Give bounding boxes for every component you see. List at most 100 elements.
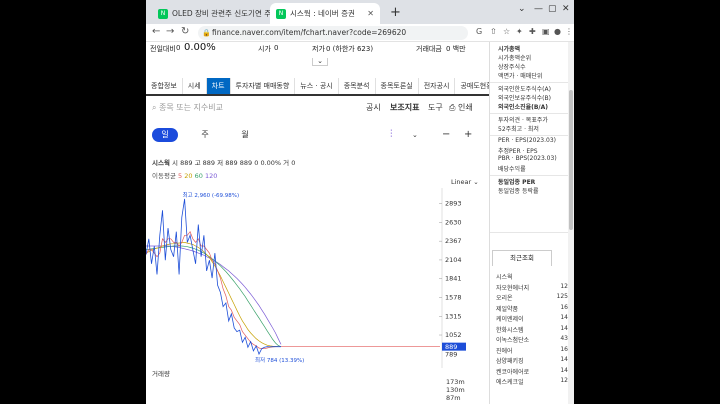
compare-search[interactable]: ⌕ 종목 또는 지수비교: [152, 102, 223, 113]
tools-button[interactable]: 도구: [428, 102, 443, 113]
amount-value: 0 백만: [446, 45, 466, 53]
share-icon[interactable]: ⇧: [490, 27, 497, 36]
recent-item[interactable]: 한화시스템 14: [496, 325, 568, 334]
recent-name: 이녹스첨단소: [496, 337, 530, 344]
reload-icon[interactable]: ↻: [181, 26, 189, 37]
candle-type-icon[interactable]: ⫶: [390, 129, 393, 140]
recent-value: 16: [560, 303, 568, 311]
ma-label: 이동평균: [152, 172, 176, 180]
more-icon[interactable]: ⋮: [565, 27, 573, 36]
new-tab-icon[interactable]: +: [390, 5, 401, 20]
recent-item[interactable]: 제일약품 16: [496, 304, 568, 313]
minimize-icon[interactable]: —: [534, 4, 543, 14]
info-item: 투자의견 · 목표주가: [498, 117, 548, 124]
menu-item[interactable]: 차트: [206, 78, 231, 94]
volume-label: 거: [283, 159, 290, 167]
change-pct: 0.00%: [260, 159, 282, 167]
recent-item[interactable]: 자오현에너지 12: [496, 283, 568, 292]
menu-item[interactable]: 종합정보: [146, 78, 183, 94]
recent-item[interactable]: 이녹스첨단소 43: [496, 335, 568, 344]
tab-syswork[interactable]: N 시스웍 : 네이버 증권 ✕: [270, 3, 380, 24]
maximize-icon[interactable]: ▢: [548, 4, 557, 14]
collapse-toggle[interactable]: ⌄: [312, 58, 328, 66]
recent-item[interactable]: 켄코아에어로 14: [496, 367, 568, 376]
info-item: 외국인한도주식수(A): [498, 86, 551, 93]
google-icon[interactable]: G: [476, 27, 482, 36]
scale-select[interactable]: Linear ⌄: [451, 178, 479, 186]
recent-name: 진에어: [496, 347, 513, 355]
ma5-label: 5: [178, 172, 183, 180]
price-line: [146, 198, 281, 356]
extension-icon[interactable]: ✦: [516, 27, 523, 36]
close-window-icon[interactable]: ✕: [562, 4, 570, 14]
chevron-down-icon[interactable]: ⌄: [518, 4, 526, 14]
period-day[interactable]: 일: [152, 128, 178, 142]
recent-name: 한화시스템: [496, 326, 524, 334]
recent-value: 14: [560, 366, 568, 374]
stock-menu: 종합정보 시세 차트 투자자별 매매동향 뉴스 · 공시 종목분석 종목토론실 전자공시 공매도…: [146, 78, 499, 96]
forward-icon[interactable]: →: [166, 26, 174, 37]
print-button[interactable]: ⎙ 인쇄: [449, 102, 473, 113]
info-item: 동일업종 등락률: [498, 188, 539, 195]
menu-item[interactable]: 시세: [183, 78, 207, 94]
recent-name: 자오현에너지: [496, 284, 530, 292]
search-input[interactable]: 종목 또는 지수비교: [159, 103, 223, 112]
price-chart[interactable]: 28932630236721041841157813151052889789최고…: [146, 188, 489, 368]
volume-tick: 173m: [446, 378, 465, 386]
recent-item[interactable]: 케이엔제이 14: [496, 314, 568, 323]
divider: [490, 175, 574, 176]
recent-item[interactable]: 오리온 125: [496, 293, 568, 302]
sidepanel-icon[interactable]: ▣: [542, 27, 550, 36]
recent-value: 125: [556, 293, 568, 300]
ma-legend: 이동평균 5 20 60 120: [152, 170, 217, 180]
url-input[interactable]: 🔒 finance.naver.com/item/fchart.naver?co…: [198, 26, 468, 40]
info-item: 액면가 · 매매단위: [498, 73, 543, 80]
avatar[interactable]: ●: [554, 27, 561, 36]
recent-item[interactable]: 진에어 16: [496, 346, 568, 355]
info-item: PER · EPS(2023.03): [498, 137, 557, 144]
menu-item[interactable]: 전자공시: [419, 78, 456, 94]
close-icon[interactable]: ✕: [367, 9, 374, 18]
zoom-in-icon[interactable]: +: [464, 129, 472, 140]
star-icon[interactable]: ☆: [503, 27, 510, 36]
notice-button[interactable]: 공시: [366, 102, 381, 113]
recent-name: 시스웍: [496, 274, 513, 281]
period-week[interactable]: 주: [192, 128, 218, 142]
tab-oled[interactable]: N OLED 장비 관련주 신도기연 주 ✕: [152, 3, 270, 24]
low-label: 저가: [312, 45, 325, 53]
recent-header[interactable]: 최근조회: [492, 250, 552, 266]
ma120-label: 120: [204, 172, 218, 180]
volume-label: 거래량: [152, 370, 170, 378]
menu-item[interactable]: 종목분석: [339, 78, 376, 94]
low-annotation: 최저 784 (13.39%): [255, 356, 304, 364]
tab-title: 시스웍 : 네이버 증권: [290, 9, 355, 18]
menu-item[interactable]: 뉴스 · 공시: [295, 78, 339, 94]
recent-name: 오리온: [496, 295, 513, 302]
ma20-label: 20: [184, 172, 193, 180]
zoom-out-icon[interactable]: −: [442, 129, 450, 140]
menu-item[interactable]: 투자자별 매매동향: [231, 78, 296, 94]
recent-value: 14: [560, 314, 568, 321]
scrollbar-thumb[interactable]: [569, 90, 573, 230]
y-tick-label: 1315: [445, 312, 462, 320]
recent-item[interactable]: 시스웍: [496, 272, 568, 281]
high-annotation: 최고 2,960 (-69.98%): [183, 191, 240, 199]
period-month[interactable]: 월: [232, 128, 258, 142]
recent-value: 14: [560, 356, 568, 363]
y-tick-label: 2104: [445, 256, 462, 264]
recent-item[interactable]: 에스케크일 12: [496, 377, 568, 386]
recent-value: 16: [560, 345, 568, 353]
divider: [490, 232, 574, 233]
low-label: 저: [217, 159, 224, 167]
ma60-line: [146, 245, 282, 348]
back-icon[interactable]: ←: [152, 26, 160, 37]
indicator-button[interactable]: 보조지표: [390, 102, 419, 113]
y-tick-label: 1052: [445, 331, 462, 339]
info-item: 52주최고 · 최저: [498, 126, 539, 133]
menu-item[interactable]: 종목토론실: [376, 78, 419, 94]
recent-item[interactable]: 삼양패키징 14: [496, 356, 568, 365]
puzzle-icon[interactable]: ✚: [529, 27, 536, 36]
info-item: 추정PER · EPS: [498, 148, 538, 155]
chevron-down-icon[interactable]: ⌄: [412, 131, 418, 139]
y-tick-label: 1578: [445, 293, 462, 301]
